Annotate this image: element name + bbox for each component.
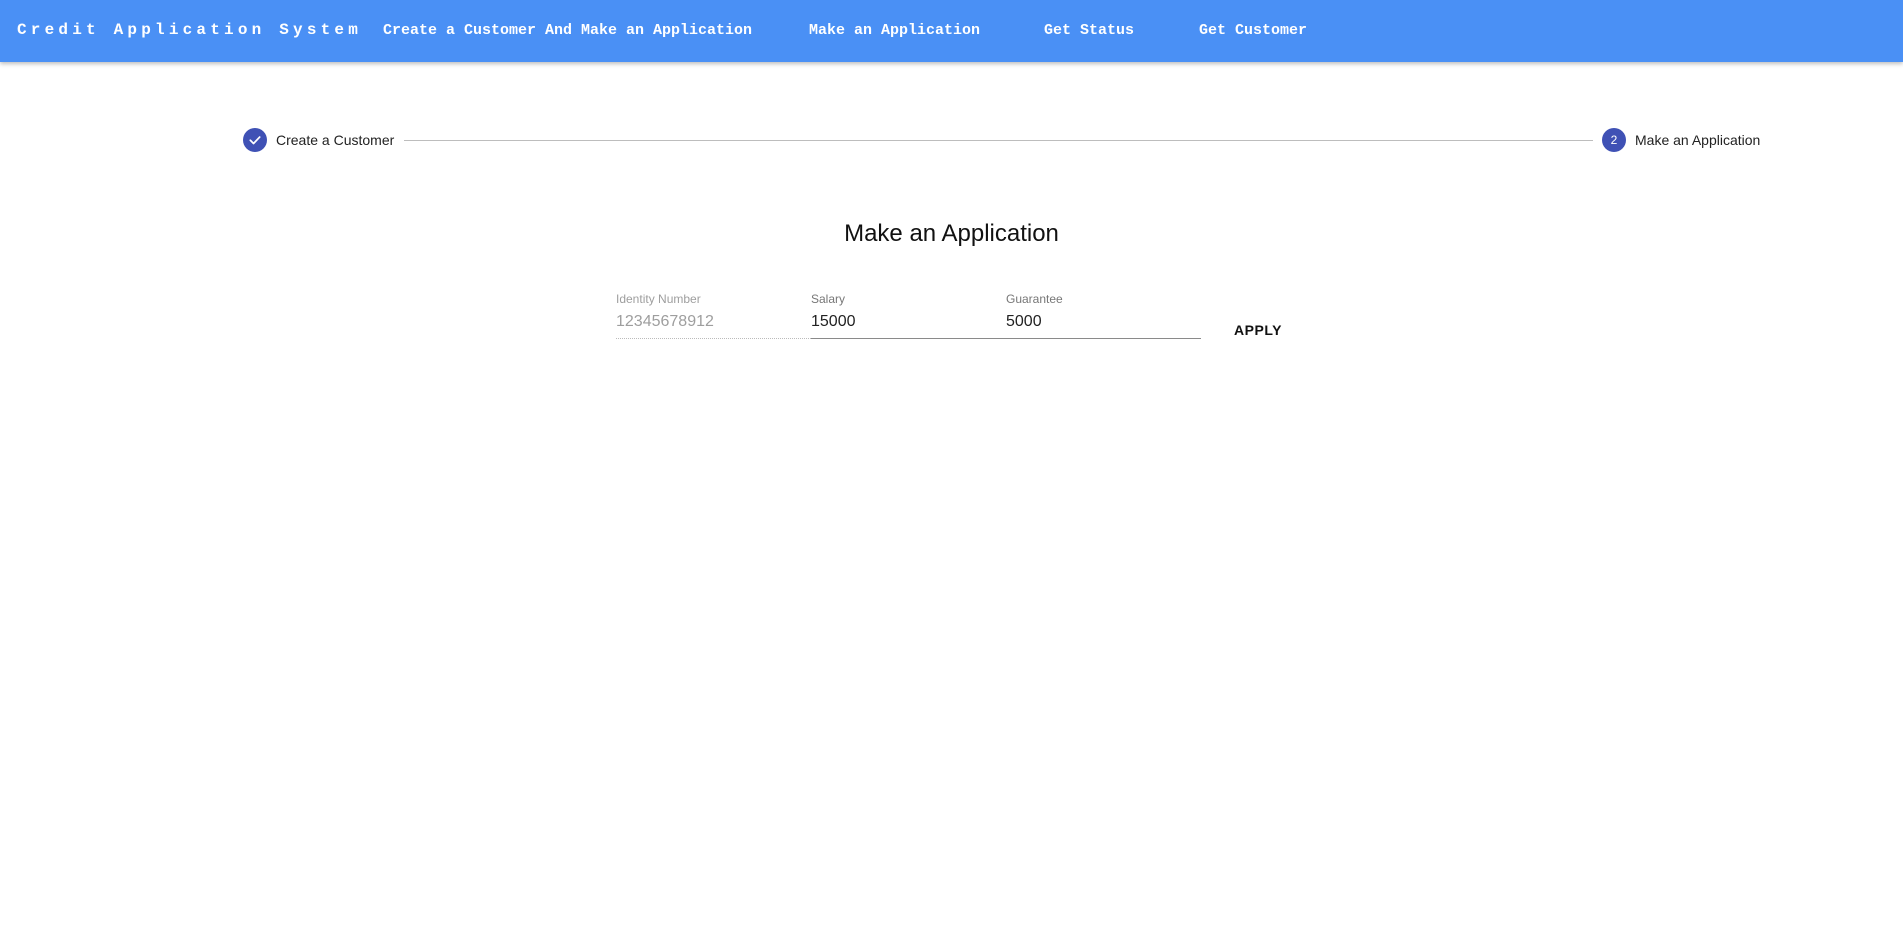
step-number-badge: 2 bbox=[1602, 128, 1626, 152]
salary-field: Salary bbox=[811, 290, 1006, 340]
step-create-customer[interactable]: Create a Customer bbox=[243, 128, 394, 152]
page-title: Make an Application bbox=[844, 220, 1059, 247]
top-navbar: Credit Application System Create a Custo… bbox=[0, 0, 1903, 62]
nav-link-get-customer[interactable]: Get Customer bbox=[1199, 22, 1307, 39]
guarantee-input[interactable] bbox=[1006, 312, 1201, 332]
field-underline bbox=[1006, 338, 1201, 339]
field-underline bbox=[616, 338, 811, 339]
step-label: Make an Application bbox=[1635, 132, 1761, 148]
app-brand[interactable]: Credit Application System bbox=[17, 21, 362, 39]
identity-number-input bbox=[616, 312, 811, 332]
nav-link-make-application[interactable]: Make an Application bbox=[809, 22, 980, 39]
step-make-application[interactable]: 2 Make an Application bbox=[1602, 128, 1760, 152]
identity-number-label: Identity Number bbox=[616, 292, 701, 306]
nav-link-get-status[interactable]: Get Status bbox=[1044, 22, 1134, 39]
apply-button[interactable]: APPLY bbox=[1222, 316, 1294, 344]
salary-input[interactable] bbox=[811, 312, 1006, 332]
step-connector bbox=[404, 140, 1593, 141]
salary-label: Salary bbox=[811, 292, 846, 306]
field-underline bbox=[811, 338, 1006, 339]
guarantee-label: Guarantee bbox=[1006, 292, 1063, 306]
stepper: Create a Customer 2 Make an Application bbox=[243, 128, 1763, 152]
nav-link-create-customer-and-application[interactable]: Create a Customer And Make an Applicatio… bbox=[383, 22, 752, 39]
check-icon bbox=[243, 128, 267, 152]
identity-number-field: Identity Number bbox=[616, 290, 811, 340]
guarantee-field: Guarantee bbox=[1006, 290, 1201, 340]
step-label: Create a Customer bbox=[276, 132, 395, 148]
